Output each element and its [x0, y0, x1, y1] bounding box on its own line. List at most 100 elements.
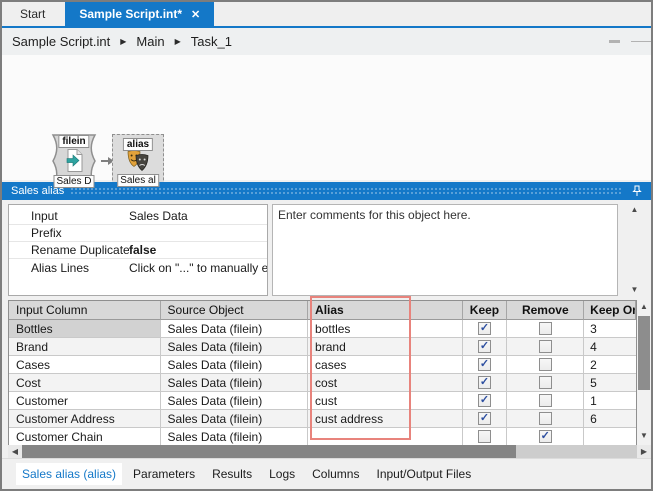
keep-checkbox[interactable]: ✓ [477, 322, 491, 335]
remove-checkbox[interactable]: ✓ [538, 430, 552, 443]
splitter-handle[interactable] [609, 40, 620, 43]
breadcrumb-item-main[interactable]: Main [136, 34, 164, 49]
column-header-keep-order[interactable]: Keep Order [584, 301, 636, 320]
scroll-right-icon[interactable]: ▶ [637, 445, 651, 458]
tab-columns[interactable]: Columns [306, 463, 365, 485]
column-header-remove[interactable]: Remove [507, 301, 585, 320]
tab-logs[interactable]: Logs [263, 463, 301, 485]
cell-alias[interactable]: cust address [308, 410, 463, 428]
property-value[interactable]: Sales Data [129, 209, 267, 223]
cell-source-object[interactable]: Sales Data (filein) [160, 374, 309, 392]
cell-keep: ✓ [462, 338, 508, 356]
cell-input-column[interactable]: Brand [9, 338, 161, 356]
vertical-scrollbar[interactable]: ▲ ▼ [637, 300, 651, 445]
cell-alias[interactable]: bottles [308, 320, 463, 338]
cell-keep-order[interactable]: 6 [584, 410, 636, 428]
remove-checkbox[interactable] [538, 394, 552, 407]
tab-start[interactable]: Start [6, 2, 59, 26]
comments-scrollbar[interactable]: ▲ ▼ [626, 204, 643, 296]
node-alias[interactable]: alias Sales al [112, 134, 164, 190]
property-value[interactable]: Click on "..." to manually edi [129, 261, 267, 275]
cell-keep-order[interactable]: 2 [584, 356, 636, 374]
column-header-input-column[interactable]: Input Column [9, 301, 161, 320]
column-header-source-object[interactable]: Source Object [160, 301, 309, 320]
chevron-right-icon: ▶ [120, 37, 127, 46]
table-body: Bottles Sales Data (filein) bottles ✓ 3 Brand… [9, 320, 636, 446]
properties-grid: Input Sales Data Prefix Rename Duplicate… [8, 204, 268, 296]
cell-input-column[interactable]: Cases [9, 356, 161, 374]
comments-textarea[interactable]: Enter comments for this object here. [272, 204, 618, 296]
cell-input-column[interactable]: Customer Chain [9, 428, 161, 446]
keep-checkbox[interactable] [477, 430, 491, 443]
cell-source-object[interactable]: Sales Data (filein) [160, 356, 309, 374]
cell-keep-order[interactable]: 4 [584, 338, 636, 356]
property-name: Input [31, 209, 58, 223]
table-row[interactable]: Customer Chain Sales Data (filein) ✓ [9, 428, 636, 446]
remove-checkbox[interactable] [538, 322, 552, 335]
column-header-alias[interactable]: Alias [308, 301, 463, 320]
table-row[interactable]: Customer Sales Data (filein) cust ✓ 1 [9, 392, 636, 410]
scroll-up-icon[interactable]: ▲ [631, 204, 639, 216]
cell-keep-order[interactable]: 1 [584, 392, 636, 410]
splitter-line [631, 41, 651, 42]
keep-checkbox[interactable]: ✓ [477, 412, 491, 425]
cell-source-object[interactable]: Sales Data (filein) [160, 428, 309, 446]
horizontal-scrollbar-thumb[interactable] [22, 445, 516, 458]
cell-source-object[interactable]: Sales Data (filein) [160, 410, 309, 428]
cell-remove [507, 320, 585, 338]
keep-checkbox[interactable]: ✓ [477, 376, 491, 389]
comments-placeholder: Enter comments for this object here. [278, 208, 471, 222]
tab-sample-script-label: Sample Script.int* [79, 7, 183, 21]
cell-keep-order[interactable]: 3 [584, 320, 636, 338]
horizontal-scrollbar[interactable]: ◀ [8, 445, 637, 458]
scroll-up-icon[interactable]: ▲ [637, 301, 651, 313]
tab-input-output-files[interactable]: Input/Output Files [370, 463, 477, 485]
keep-checkbox[interactable]: ✓ [477, 394, 491, 407]
table-row[interactable]: Bottles Sales Data (filein) bottles ✓ 3 [9, 320, 636, 338]
close-icon[interactable]: ✕ [191, 8, 200, 21]
cell-keep-order[interactable] [584, 428, 636, 446]
table-row[interactable]: Brand Sales Data (filein) brand ✓ 4 [9, 338, 636, 356]
cell-input-column[interactable]: Customer Address [9, 410, 161, 428]
keep-checkbox[interactable]: ✓ [477, 358, 491, 371]
table-row[interactable]: Cases Sales Data (filein) cases ✓ 2 [9, 356, 636, 374]
remove-checkbox[interactable] [538, 412, 552, 425]
table-row[interactable]: Customer Address Sales Data (filein) cust … [9, 410, 636, 428]
scroll-down-icon[interactable]: ▼ [637, 430, 651, 442]
cell-alias[interactable] [308, 428, 463, 446]
breadcrumb-item-task[interactable]: Task_1 [191, 34, 232, 49]
remove-checkbox[interactable] [538, 358, 552, 371]
property-value[interactable]: false [129, 243, 267, 257]
cell-alias[interactable]: brand [308, 338, 463, 356]
workflow-canvas[interactable]: filein Sales D alias Sales al [2, 55, 651, 190]
cell-source-object[interactable]: Sales Data (filein) [160, 338, 309, 356]
keep-checkbox[interactable]: ✓ [477, 340, 491, 353]
scroll-left-icon[interactable]: ◀ [8, 445, 22, 458]
cell-keep-order[interactable]: 5 [584, 374, 636, 392]
cell-source-object[interactable]: Sales Data (filein) [160, 320, 309, 338]
scroll-down-icon[interactable]: ▼ [631, 284, 639, 296]
breadcrumb-item-script[interactable]: Sample Script.int [12, 34, 110, 49]
column-header-keep[interactable]: Keep [462, 301, 508, 320]
remove-checkbox[interactable] [538, 340, 552, 353]
remove-checkbox[interactable] [538, 376, 552, 389]
pin-icon[interactable] [631, 185, 643, 197]
node-filein[interactable]: filein Sales D [45, 132, 103, 190]
table-header-row: Input Column Source Object Alias Keep Re… [9, 301, 636, 320]
tab-sample-script[interactable]: Sample Script.int* ✕ [65, 2, 215, 26]
node-alias-label: Sales al [117, 174, 159, 187]
cell-alias[interactable]: cost [308, 374, 463, 392]
file-input-icon [66, 149, 83, 173]
tab-sales-alias[interactable]: Sales alias (alias) [16, 463, 123, 485]
cell-source-object[interactable]: Sales Data (filein) [160, 392, 309, 410]
cell-input-column[interactable]: Cost [9, 374, 161, 392]
cell-alias[interactable]: cases [308, 356, 463, 374]
vertical-scrollbar-thumb[interactable] [638, 316, 650, 390]
table-row[interactable]: Cost Sales Data (filein) cost ✓ 5 [9, 374, 636, 392]
cell-alias[interactable]: cust [308, 392, 463, 410]
panel-header[interactable]: Sales alias [2, 182, 651, 200]
tab-results[interactable]: Results [206, 463, 258, 485]
cell-input-column[interactable]: Customer [9, 392, 161, 410]
cell-input-column[interactable]: Bottles [9, 320, 161, 338]
tab-parameters[interactable]: Parameters [127, 463, 201, 485]
